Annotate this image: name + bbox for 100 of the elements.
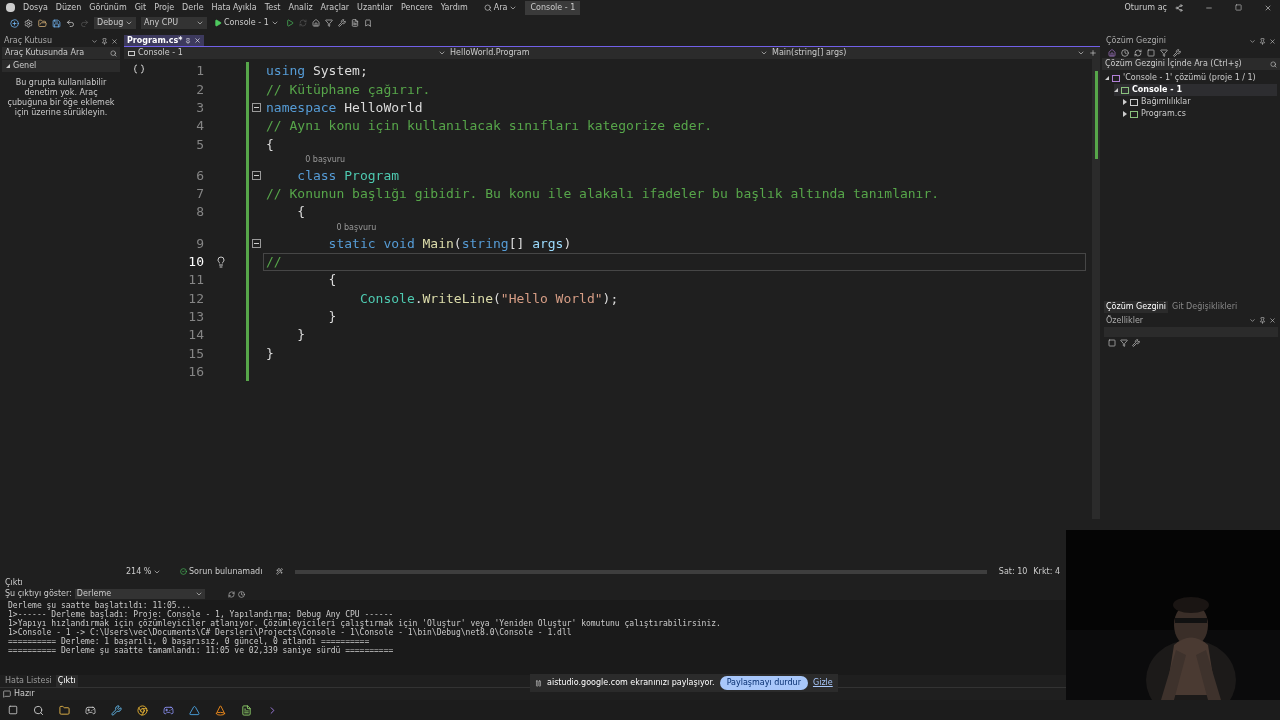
search-field[interactable]: Çözüm Gezgini İçinde Ara (Ctrl+ş) (1102, 58, 1280, 70)
sign-in-link[interactable]: Oturum aç (1124, 1, 1167, 14)
dropdown-icon[interactable] (1249, 37, 1256, 45)
dropdown-icon[interactable] (91, 37, 98, 45)
tree-item[interactable]: Program.cs (1141, 108, 1186, 120)
filter-icon[interactable] (1160, 48, 1168, 57)
search-field[interactable]: Araç Kutusunda Ara (2, 47, 120, 59)
new-item-icon[interactable] (10, 18, 19, 28)
output-line: 1>Console - 1 -> C:\Users\vec\Documents\C# Dersleri\Projects\Console - 1\Console - 1\bin\Debug\net8.0\Console - 1.dll (8, 628, 572, 637)
wrap-icon[interactable] (227, 590, 235, 598)
collapse-all-icon[interactable] (1147, 48, 1155, 57)
vertical-scrollbar[interactable] (1092, 59, 1100, 519)
app-icon[interactable] (111, 704, 122, 716)
output-source-dropdown[interactable]: Derleme (74, 589, 205, 599)
close-icon[interactable] (1269, 37, 1276, 45)
line-number: 8 (195, 203, 204, 222)
search-button[interactable]: Ara (483, 1, 518, 14)
issues-indicator[interactable]: Sorun bulunamadı (180, 565, 270, 578)
member-dropdown[interactable]: Main(string[] args) (772, 47, 1085, 59)
references-link[interactable]: 0 başvuru (336, 222, 377, 235)
notepad-icon[interactable] (241, 704, 252, 716)
menu-item[interactable]: Uzantılar (357, 1, 393, 14)
tree-item[interactable]: 'Console - 1' çözümü (proje 1 / 1) (1123, 72, 1256, 84)
split-icon[interactable] (1089, 49, 1097, 57)
bookmark-icon[interactable] (363, 19, 372, 27)
maximize-icon[interactable] (1235, 4, 1242, 11)
app-icon[interactable] (85, 704, 96, 716)
references-link[interactable]: 0 başvuru (305, 154, 346, 167)
expand-arrow-icon[interactable] (6, 64, 10, 68)
home-icon[interactable] (1108, 48, 1116, 57)
menu-item[interactable]: Pencere (400, 1, 433, 14)
tree-item[interactable]: Bağımlılıklar (1141, 96, 1191, 108)
cone-icon[interactable] (215, 704, 226, 716)
close-icon[interactable] (194, 37, 202, 44)
app-icon[interactable] (163, 704, 174, 716)
status-icon[interactable] (3, 690, 11, 698)
undo-icon[interactable] (66, 18, 75, 28)
collapse-icon[interactable] (251, 171, 261, 181)
run-button[interactable]: Console - 1 (212, 17, 281, 29)
caret-icon (194, 590, 203, 598)
project-dropdown[interactable]: Console - 1 (128, 47, 446, 59)
pin-icon[interactable] (1259, 37, 1266, 45)
play-icon (214, 19, 222, 27)
close-icon[interactable] (111, 37, 118, 45)
folder-icon[interactable] (59, 704, 70, 716)
close-icon[interactable] (1269, 317, 1276, 324)
type-dropdown[interactable]: HelloWorld.Program (450, 47, 768, 59)
dropdown-icon[interactable] (1249, 317, 1256, 324)
menu-item[interactable]: Dosya (23, 1, 48, 14)
menu-item[interactable]: Görünüm (89, 1, 127, 14)
lightbulb-icon[interactable] (215, 255, 227, 268)
menu-item[interactable]: Proje (154, 1, 175, 14)
panel-tab[interactable]: Çıktı (55, 675, 78, 687)
settings-icon[interactable] (24, 18, 33, 28)
tools-icon[interactable] (337, 19, 346, 27)
pin-icon[interactable] (101, 37, 108, 45)
menu-item[interactable]: Analiz (288, 1, 313, 14)
editor-tab[interactable]: Program.cs* (124, 35, 205, 46)
filter-icon[interactable] (324, 19, 333, 27)
collapse-icon[interactable] (251, 239, 261, 248)
search-icon[interactable] (33, 704, 44, 716)
account-icon[interactable] (1175, 3, 1183, 12)
hide-link[interactable]: Gizle (812, 677, 833, 689)
categorized-icon[interactable] (1108, 338, 1116, 347)
menu-item[interactable]: Hata Ayıkla (211, 1, 257, 14)
collapse-icon[interactable] (251, 103, 261, 113)
cleanup-icon[interactable] (276, 568, 283, 575)
close-icon[interactable] (1264, 3, 1272, 12)
panel-tab[interactable]: Hata Listesi (3, 675, 54, 687)
menu-item[interactable]: Test (264, 1, 281, 14)
configuration-dropdown[interactable]: Debug (94, 17, 136, 29)
save-icon[interactable] (52, 18, 61, 28)
panel-tab[interactable]: Çözüm Gezgini (1104, 300, 1168, 313)
clock-icon[interactable] (237, 590, 245, 598)
menu-item[interactable]: Düzen (55, 1, 82, 14)
zoom-dropdown[interactable]: 214 % (126, 565, 174, 578)
group-header[interactable]: Genel (2, 60, 120, 72)
output-line: 1>------ Derleme başladı: Proje: Console - 1, Yapılandırma: Debug Any CPU ------ (8, 610, 394, 619)
stop-sharing-button[interactable]: Paylaşmayı durdur (719, 676, 808, 690)
panel-tab[interactable]: Git Değişiklikleri (1170, 300, 1240, 313)
expanded-arrow-icon[interactable] (1114, 88, 1118, 92)
expanded-arrow-icon[interactable] (1105, 76, 1109, 80)
menu-item[interactable]: Derle (182, 1, 204, 14)
menu-item[interactable]: Yardım (440, 1, 468, 14)
horizontal-scrollbar[interactable] (295, 569, 987, 574)
pin-icon[interactable] (1259, 317, 1266, 324)
properties-icon[interactable] (1173, 48, 1181, 57)
alphabetical-icon[interactable] (1120, 338, 1128, 347)
properties-icon[interactable] (1132, 338, 1140, 347)
platform-dropdown[interactable]: Any CPU (141, 17, 207, 29)
windows-icon[interactable] (8, 705, 18, 715)
line-number: 1 (195, 62, 204, 81)
sync-icon[interactable] (1134, 48, 1142, 57)
pin-icon[interactable] (185, 37, 192, 44)
run-without-debugging-icon[interactable] (285, 19, 294, 27)
open-icon[interactable] (38, 18, 47, 28)
history-icon[interactable] (1121, 48, 1129, 57)
menu-item[interactable]: Git (134, 1, 147, 14)
menu-item[interactable]: Araçlar (320, 1, 350, 14)
app-icon[interactable] (189, 704, 200, 716)
